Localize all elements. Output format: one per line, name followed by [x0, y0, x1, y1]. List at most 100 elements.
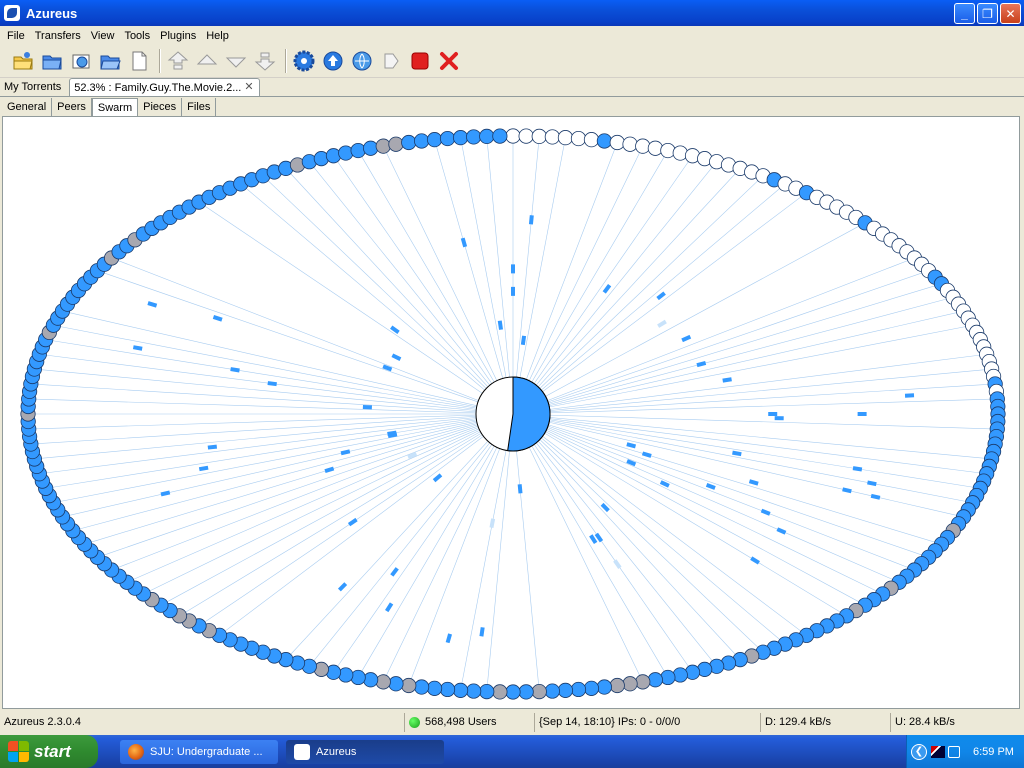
swarm-packet: [324, 466, 335, 474]
swarm-packet: [385, 602, 394, 613]
status-version: Azureus 2.3.0.4: [4, 716, 82, 728]
swarm-connection-line: [512, 324, 973, 415]
swarm-packet: [681, 334, 692, 343]
swarm-peer: [492, 684, 508, 700]
close-button[interactable]: ✕: [1000, 3, 1021, 24]
remove-button[interactable]: [436, 48, 462, 74]
swarm-peer: [557, 682, 574, 698]
swarm-connection-line: [512, 136, 540, 415]
menu-tools[interactable]: Tools: [119, 30, 155, 42]
menu-transfers[interactable]: Transfers: [30, 30, 86, 42]
move-up-button[interactable]: [194, 48, 220, 74]
swarm-peer: [557, 130, 574, 146]
swarm-packet: [510, 264, 516, 274]
settings-icon: [293, 50, 315, 72]
open-torrent-button[interactable]: [10, 48, 36, 74]
swarm-packet: [479, 627, 485, 637]
clock[interactable]: 6:59 PM: [973, 746, 1014, 758]
swarm-connection-line: [512, 283, 942, 415]
swarm-connection-line: [309, 161, 514, 415]
swarm-connection-line: [512, 413, 998, 430]
swarm-connection-line: [408, 413, 514, 686]
menu-view[interactable]: View: [86, 30, 120, 42]
open-url-button[interactable]: [68, 48, 94, 74]
taskbar: start SJU: Undergraduate ... Azureus ❮ 6…: [0, 735, 1024, 768]
menu-help[interactable]: Help: [201, 30, 234, 42]
new-torrent-icon: [132, 51, 147, 71]
swarm-peer: [622, 136, 638, 152]
network-icon[interactable]: [948, 745, 960, 758]
system-tray: ❮ 6:59 PM: [906, 735, 1024, 768]
swarm-packet: [768, 412, 778, 416]
open-folder-button[interactable]: [39, 48, 65, 74]
tab-my-torrents[interactable]: My Torrents: [0, 78, 65, 96]
move-up-icon: [196, 54, 218, 65]
settings-button[interactable]: [291, 48, 317, 74]
tab-files[interactable]: Files: [182, 98, 217, 116]
swarm-connection-line: [512, 413, 987, 475]
move-top-button[interactable]: [165, 48, 191, 74]
title-bar[interactable]: Azureus _ ❐ ✕: [0, 0, 1024, 26]
swarm-peer: [505, 684, 521, 700]
swarm-connection-line: [460, 413, 514, 691]
swarm-packet: [517, 484, 523, 494]
menu-file[interactable]: File: [2, 30, 30, 42]
swarm-connection-line: [486, 413, 514, 692]
azureus-frog-icon: [294, 743, 310, 760]
toolbar-separator: [159, 49, 161, 73]
swarm-view[interactable]: [2, 116, 1020, 709]
swarm-peer: [338, 145, 354, 161]
swarm-packet: [147, 301, 158, 308]
language-flag-icon[interactable]: [931, 745, 945, 758]
swarm-connection-line: [28, 398, 514, 415]
maximize-button[interactable]: ❐: [977, 3, 998, 24]
torrent-tabs: My Torrents 52.3% : Family.Guy.The.Movie…: [0, 78, 1024, 97]
tab-torrent-detail[interactable]: 52.3% : Family.Guy.The.Movie.2... ✕: [69, 78, 261, 96]
swarm-peer: [672, 667, 688, 683]
new-torrent-button[interactable]: [126, 48, 152, 74]
close-tab-icon[interactable]: ✕: [244, 82, 255, 93]
start-menu-button[interactable]: start: [0, 735, 98, 768]
pause-icon: [384, 53, 399, 69]
swarm-packet: [347, 517, 358, 527]
queue-button[interactable]: [349, 48, 375, 74]
swarm-connection-line: [512, 296, 954, 415]
swarm-connection-line: [512, 161, 717, 415]
tab-swarm[interactable]: Swarm: [91, 98, 139, 116]
taskbar-item-browser[interactable]: SJU: Undergraduate ...: [120, 739, 278, 764]
move-down-button[interactable]: [223, 48, 249, 74]
start-button[interactable]: [320, 48, 346, 74]
move-bottom-icon: [254, 52, 276, 71]
tab-general[interactable]: General: [2, 98, 53, 116]
open-file-button[interactable]: [97, 48, 123, 74]
taskbar-item-browser-label: SJU: Undergraduate ...: [150, 745, 263, 758]
swarm-connection-line: [512, 413, 900, 583]
swarm-connection-line: [285, 413, 514, 660]
tab-pieces[interactable]: Pieces: [138, 98, 183, 116]
swarm-packet: [198, 465, 209, 472]
swarm-packet: [340, 449, 351, 456]
pause-button[interactable]: [378, 48, 404, 74]
view-tabs: General Peers Swarm Pieces Files: [0, 97, 1024, 116]
stop-button[interactable]: [407, 48, 433, 74]
menu-plugins[interactable]: Plugins: [155, 30, 201, 42]
move-down-icon: [225, 57, 247, 68]
swarm-peer: [466, 129, 482, 145]
taskbar-item-azureus[interactable]: Azureus: [286, 739, 444, 764]
swarm-peer: [622, 676, 638, 692]
swarm-packet: [267, 381, 277, 387]
stop-icon: [411, 52, 429, 70]
tab-peers[interactable]: Peers: [52, 98, 92, 116]
swarm-packet: [776, 527, 787, 535]
queue-icon: [352, 51, 372, 71]
move-bottom-button[interactable]: [252, 48, 278, 74]
status-users-label: 568,498 Users: [425, 716, 497, 728]
swarm-connection-line: [512, 150, 669, 415]
firefox-icon: [128, 743, 144, 760]
swarm-peer: [492, 128, 508, 144]
show-hidden-icons-icon[interactable]: ❮: [911, 743, 927, 760]
swarm-connection-line: [512, 192, 807, 415]
swarm-peer: [452, 130, 469, 146]
swarm-packet: [497, 320, 503, 330]
minimize-button[interactable]: _: [954, 3, 975, 24]
